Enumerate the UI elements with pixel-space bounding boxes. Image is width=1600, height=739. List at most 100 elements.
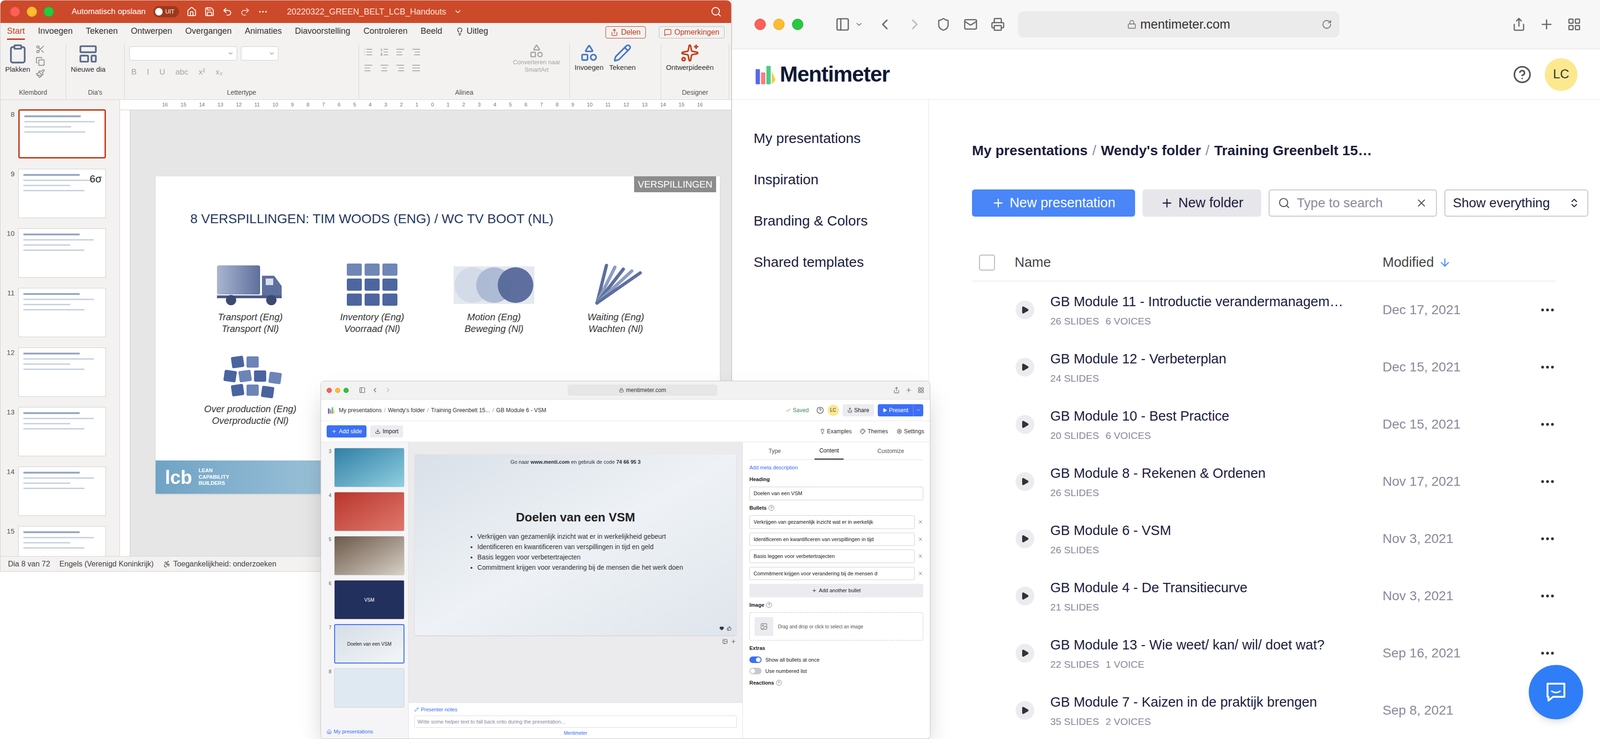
sidebar-icon[interactable] xyxy=(358,386,366,394)
table-row[interactable]: GB Module 12 - Verbeterplan24 SLIDESDec … xyxy=(971,338,1556,396)
breadcrumb-item[interactable]: GB Module 6 - VSM xyxy=(496,405,547,415)
help-badge[interactable]: ? xyxy=(766,601,772,608)
mentimeter-logo[interactable]: Mentimeter xyxy=(754,58,890,91)
copy-icon[interactable] xyxy=(35,56,45,67)
bullet-field[interactable]: Basis leggen voor verbetertrajecten xyxy=(749,549,915,563)
more-options-icon[interactable] xyxy=(1539,415,1556,433)
present-button[interactable]: Present xyxy=(877,403,924,417)
panel-tab[interactable]: Content xyxy=(814,441,844,460)
mail-icon[interactable] xyxy=(963,17,978,32)
minimize-button[interactable] xyxy=(26,6,38,17)
presentation-title[interactable]: GB Module 13 - Wie weet/ kan/ wil/ doet … xyxy=(1050,634,1383,656)
forward-icon[interactable] xyxy=(384,386,392,394)
zoom-button[interactable] xyxy=(43,6,54,17)
heading-field[interactable]: Doelen van een VSM xyxy=(749,486,924,501)
font-size-field[interactable] xyxy=(240,46,279,61)
numbering-icon[interactable] xyxy=(379,47,389,57)
tab-overview-icon[interactable] xyxy=(1567,17,1582,32)
font-format-button[interactable]: x₂ xyxy=(213,66,225,79)
panel-tab[interactable]: Customize xyxy=(872,441,909,460)
paste-button[interactable]: Plakken xyxy=(5,43,30,75)
play-button[interactable] xyxy=(1015,586,1035,606)
ribbon-tab[interactable]: Overgangen xyxy=(185,24,232,40)
presentation-title[interactable]: GB Module 11 - Introductie verandermanag… xyxy=(1050,291,1383,313)
bullet-field[interactable]: Verkrijgen van gezamenlijk inzicht wat e… xyxy=(749,515,915,529)
ribbon-tab[interactable]: Invoegen xyxy=(37,24,73,40)
name-column[interactable]: Name xyxy=(1014,252,1383,273)
sidebar-item[interactable]: Branding & Colors xyxy=(753,212,929,230)
remove-bullet-icon[interactable] xyxy=(917,518,924,525)
add-slide-button[interactable]: Add slide xyxy=(326,425,367,438)
share-button[interactable]: Share xyxy=(842,403,875,417)
sidebar-item[interactable]: My presentations xyxy=(753,129,929,147)
table-row[interactable]: GB Module 7 - Kaizen in de praktijk bren… xyxy=(971,681,1556,739)
more-options-icon[interactable] xyxy=(1539,530,1556,547)
draw-button[interactable]: Tekenen xyxy=(609,43,636,74)
design-ideas-button[interactable]: Ontwerpideeën xyxy=(665,43,714,74)
panel-tab[interactable]: Type xyxy=(763,441,786,460)
clear-icon[interactable] xyxy=(1415,196,1428,210)
cut-icon[interactable] xyxy=(35,44,45,54)
slide-list-item[interactable]: 5 xyxy=(324,535,405,576)
ribbon-tab[interactable]: Diavoorstelling xyxy=(294,24,351,40)
play-button[interactable] xyxy=(1015,529,1035,548)
remove-bullet-icon[interactable] xyxy=(917,536,924,542)
more-options-icon[interactable] xyxy=(1539,587,1556,605)
more-options-icon[interactable] xyxy=(1539,472,1556,490)
remove-bullet-icon[interactable] xyxy=(917,553,924,559)
forward-icon[interactable] xyxy=(906,15,924,33)
presentation-title[interactable]: GB Module 10 - Best Practice xyxy=(1050,405,1383,427)
breadcrumb-item[interactable]: Training Greenbelt 15… xyxy=(1214,142,1373,159)
slide-thumbnail[interactable]: 8 xyxy=(0,109,120,159)
align-right-icon[interactable] xyxy=(395,63,405,73)
font-format-button[interactable]: B xyxy=(129,66,139,79)
image-dropzone[interactable]: Drag and drop or click to select an imag… xyxy=(749,612,924,641)
play-button[interactable] xyxy=(1015,300,1035,320)
back-to-presentations[interactable]: My presentations xyxy=(321,724,409,739)
breadcrumb-item[interactable]: My presentations xyxy=(338,405,382,415)
slide-list-item[interactable]: 7Doelen van een VSM xyxy=(324,623,405,664)
select-all-checkbox[interactable] xyxy=(979,254,995,271)
slide-thumbnail[interactable]: 14 xyxy=(0,466,120,516)
more-icon[interactable] xyxy=(257,6,269,17)
new-tab-icon[interactable] xyxy=(905,386,913,394)
font-format-button[interactable]: x² xyxy=(196,66,208,79)
presentation-title[interactable]: GB Module 4 - De Transitiecurve xyxy=(1050,577,1383,599)
notes-field[interactable]: Write some helper text to fall back onto… xyxy=(414,715,737,728)
printer-icon[interactable] xyxy=(990,17,1005,32)
slide-list-item[interactable]: 6VSM xyxy=(324,579,405,620)
close-button[interactable] xyxy=(9,6,21,17)
back-icon[interactable] xyxy=(371,386,379,394)
meta-description-link[interactable]: Add meta description xyxy=(749,463,924,472)
breadcrumb-item[interactable]: Training Greenbelt 15... xyxy=(431,405,491,415)
bullet-field[interactable]: Commitment krijgen voor verandering bij … xyxy=(749,566,915,581)
outdent-icon[interactable] xyxy=(411,47,421,57)
zoom-button[interactable] xyxy=(343,387,349,393)
ribbon-tab[interactable]: Animaties xyxy=(244,24,282,40)
user-avatar[interactable]: LC xyxy=(827,404,839,416)
save-icon[interactable] xyxy=(204,6,215,17)
extra-toggle[interactable]: Use numbered list xyxy=(749,666,924,675)
search-field[interactable]: Type to search xyxy=(1268,189,1437,217)
slide-thumbnail[interactable]: 13 xyxy=(0,406,120,457)
add-bullet-button[interactable]: Add another bullet xyxy=(749,583,924,598)
slide-list-item[interactable]: 3 xyxy=(324,447,405,487)
editor-tool[interactable]: Themes xyxy=(859,426,888,436)
status-item[interactable]: Toegankelijkheid: onderzoeken xyxy=(163,558,277,570)
share-button[interactable]: Delen xyxy=(605,26,646,39)
table-row[interactable]: GB Module 8 - Rekenen & Ordenen26 SLIDES… xyxy=(971,452,1556,510)
slide-list-item[interactable]: 4 xyxy=(324,491,405,531)
insert-button[interactable]: Invoegen xyxy=(574,43,604,74)
more-options-icon[interactable] xyxy=(1539,301,1556,319)
image-icon[interactable] xyxy=(722,638,728,644)
presentation-title[interactable]: GB Module 12 - Verbeterplan xyxy=(1050,348,1383,370)
import-button[interactable]: Import xyxy=(370,425,404,438)
chat-launcher[interactable] xyxy=(1528,664,1584,719)
ribbon-tab[interactable]: Beeld xyxy=(420,24,442,40)
comments-button[interactable]: Opmerkingen xyxy=(658,26,725,39)
tell-me[interactable]: Uitleg xyxy=(455,24,489,40)
ribbon-tab[interactable]: Ontwerpen xyxy=(130,24,172,40)
autosave-toggle[interactable]: UIT xyxy=(153,6,180,18)
extra-toggle[interactable]: Show all bullets at once xyxy=(749,655,924,664)
address-bar[interactable]: mentimeter.com xyxy=(1017,11,1340,38)
